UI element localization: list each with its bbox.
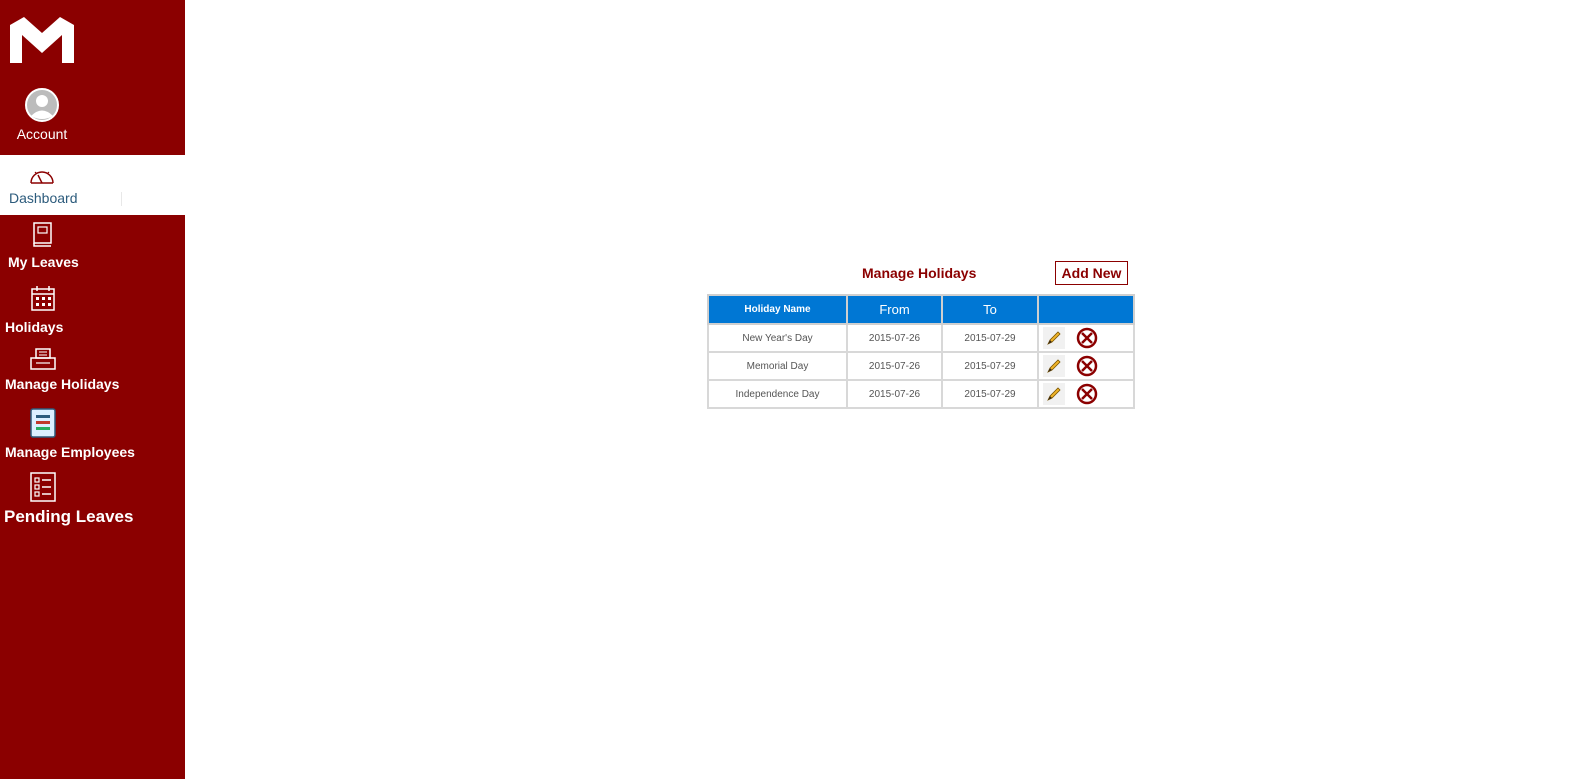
to-date-cell: 2015-07-29 [941, 323, 1039, 353]
speedometer-icon [30, 171, 54, 184]
column-header-from: From [846, 294, 943, 325]
table-row: New Year's Day 2015-07-26 2015-07-29 [707, 323, 1135, 353]
holiday-name-cell: Independence Day [707, 379, 848, 409]
sidebar-item-manage-holidays[interactable]: Manage Holidays [0, 348, 185, 400]
sidebar-item-label: Manage Holidays [5, 376, 120, 392]
edit-button[interactable] [1043, 383, 1065, 405]
sidebar: Account Dashboard My Leaves Holidays Man… [0, 0, 185, 779]
delete-button[interactable] [1076, 327, 1098, 349]
sidebar-item-label: Pending Leaves [4, 507, 134, 526]
column-header-holiday-name: Holiday Name [707, 294, 848, 325]
to-date-cell: 2015-07-29 [941, 379, 1039, 409]
logo-icon [10, 17, 74, 63]
list-card-icon [30, 408, 56, 438]
dashboard-label: Dashboard [9, 190, 78, 206]
edit-button[interactable] [1043, 327, 1065, 349]
divider [121, 192, 122, 206]
holiday-name-cell: New Year's Day [707, 323, 848, 353]
edit-button[interactable] [1043, 355, 1065, 377]
pencil-icon [1047, 331, 1061, 345]
from-date-cell: 2015-07-26 [846, 351, 943, 381]
sidebar-item-label: Holidays [5, 319, 64, 335]
account-label: Account [16, 126, 68, 142]
from-date-cell: 2015-07-26 [846, 323, 943, 353]
sidebar-item-label: Manage Employees [5, 444, 135, 460]
table-header-row: Holiday Name From To [707, 294, 1135, 325]
table-row: Memorial Day 2015-07-26 2015-07-29 [707, 351, 1135, 381]
delete-button[interactable] [1076, 355, 1098, 377]
sidebar-item-manage-employees[interactable]: Manage Employees [0, 408, 185, 466]
page-title: Manage Holidays [862, 265, 977, 281]
avatar-icon [25, 88, 59, 122]
printer-icon [30, 348, 56, 370]
sidebar-item-dashboard[interactable]: Dashboard [0, 155, 185, 215]
from-date-cell: 2015-07-26 [846, 379, 943, 409]
sidebar-item-holidays[interactable]: Holidays [0, 286, 185, 338]
book-icon [33, 222, 52, 247]
pencil-icon [1047, 359, 1061, 373]
actions-cell [1037, 323, 1135, 353]
column-header-to: To [941, 294, 1039, 325]
checklist-icon [30, 472, 56, 502]
holiday-name-cell: Memorial Day [707, 351, 848, 381]
column-header-actions [1037, 294, 1135, 325]
delete-icon [1076, 355, 1098, 377]
sidebar-item-my-leaves[interactable]: My Leaves [0, 222, 185, 274]
table-row: Independence Day 2015-07-26 2015-07-29 [707, 379, 1135, 409]
actions-cell [1037, 379, 1135, 409]
sidebar-item-pending-leaves[interactable]: Pending Leaves [0, 472, 185, 530]
account-button[interactable]: Account [0, 88, 84, 142]
to-date-cell: 2015-07-29 [941, 351, 1039, 381]
sidebar-item-label: My Leaves [8, 254, 79, 270]
holidays-table: Holiday Name From To New Year's Day 2015… [707, 294, 1135, 409]
delete-icon [1076, 327, 1098, 349]
add-new-button[interactable]: Add New [1055, 261, 1128, 285]
delete-button[interactable] [1076, 383, 1098, 405]
actions-cell [1037, 351, 1135, 381]
pencil-icon [1047, 387, 1061, 401]
calendar-icon [31, 286, 55, 311]
delete-icon [1076, 383, 1098, 405]
